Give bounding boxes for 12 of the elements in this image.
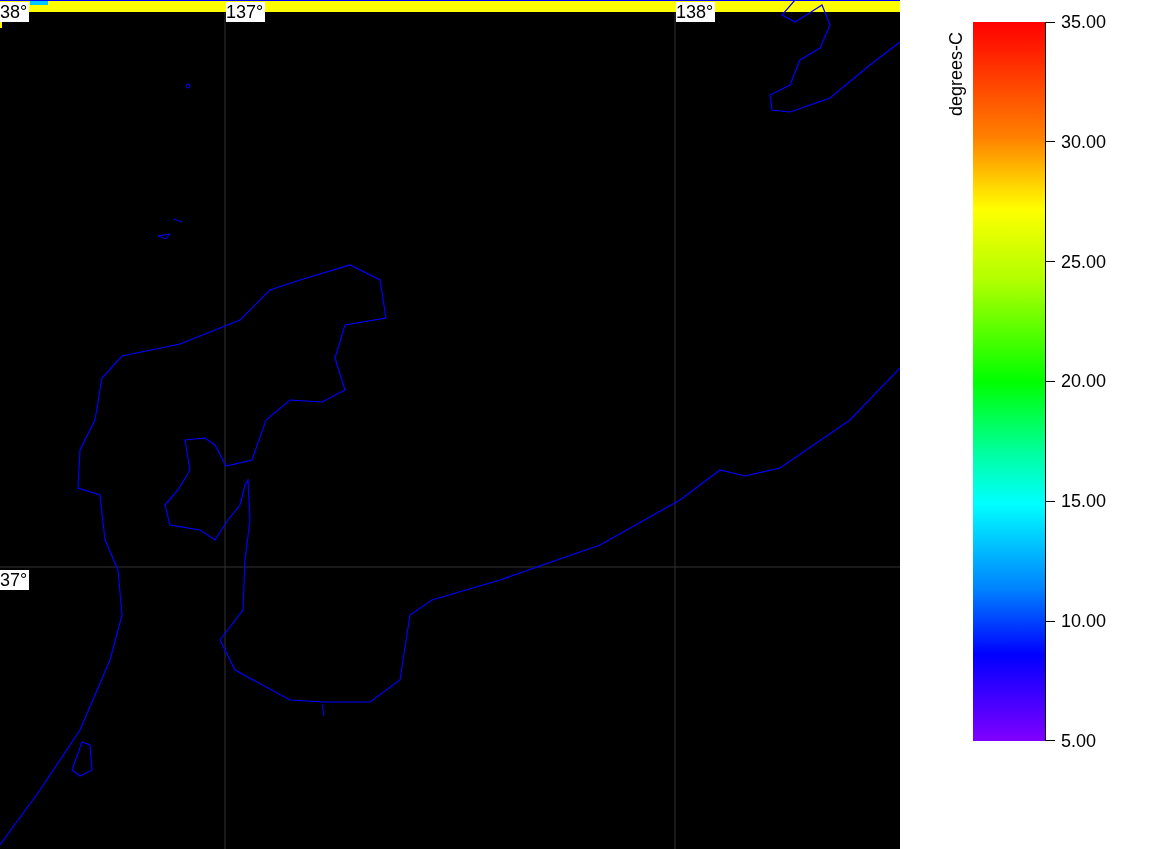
latitude-label: 38° [0, 2, 30, 22]
longitude-label: 138° [676, 2, 716, 22]
colorbar-tick-label: 5.00 [1061, 730, 1097, 751]
longitude-label: 137° [226, 2, 266, 22]
latitude-label: 37° [0, 570, 30, 590]
colorbar-tick-label: 30.00 [1061, 131, 1107, 152]
colorbar-tick-label: 20.00 [1061, 371, 1107, 392]
colorbar-title: degrees-C [946, 31, 966, 116]
colorbar-tick-label: 25.00 [1061, 251, 1107, 272]
colorbar-tick-label: 10.00 [1061, 611, 1107, 632]
colorbar-tick-label: 15.00 [1061, 491, 1107, 512]
colorbar-tick-label: 35.00 [1061, 12, 1107, 32]
